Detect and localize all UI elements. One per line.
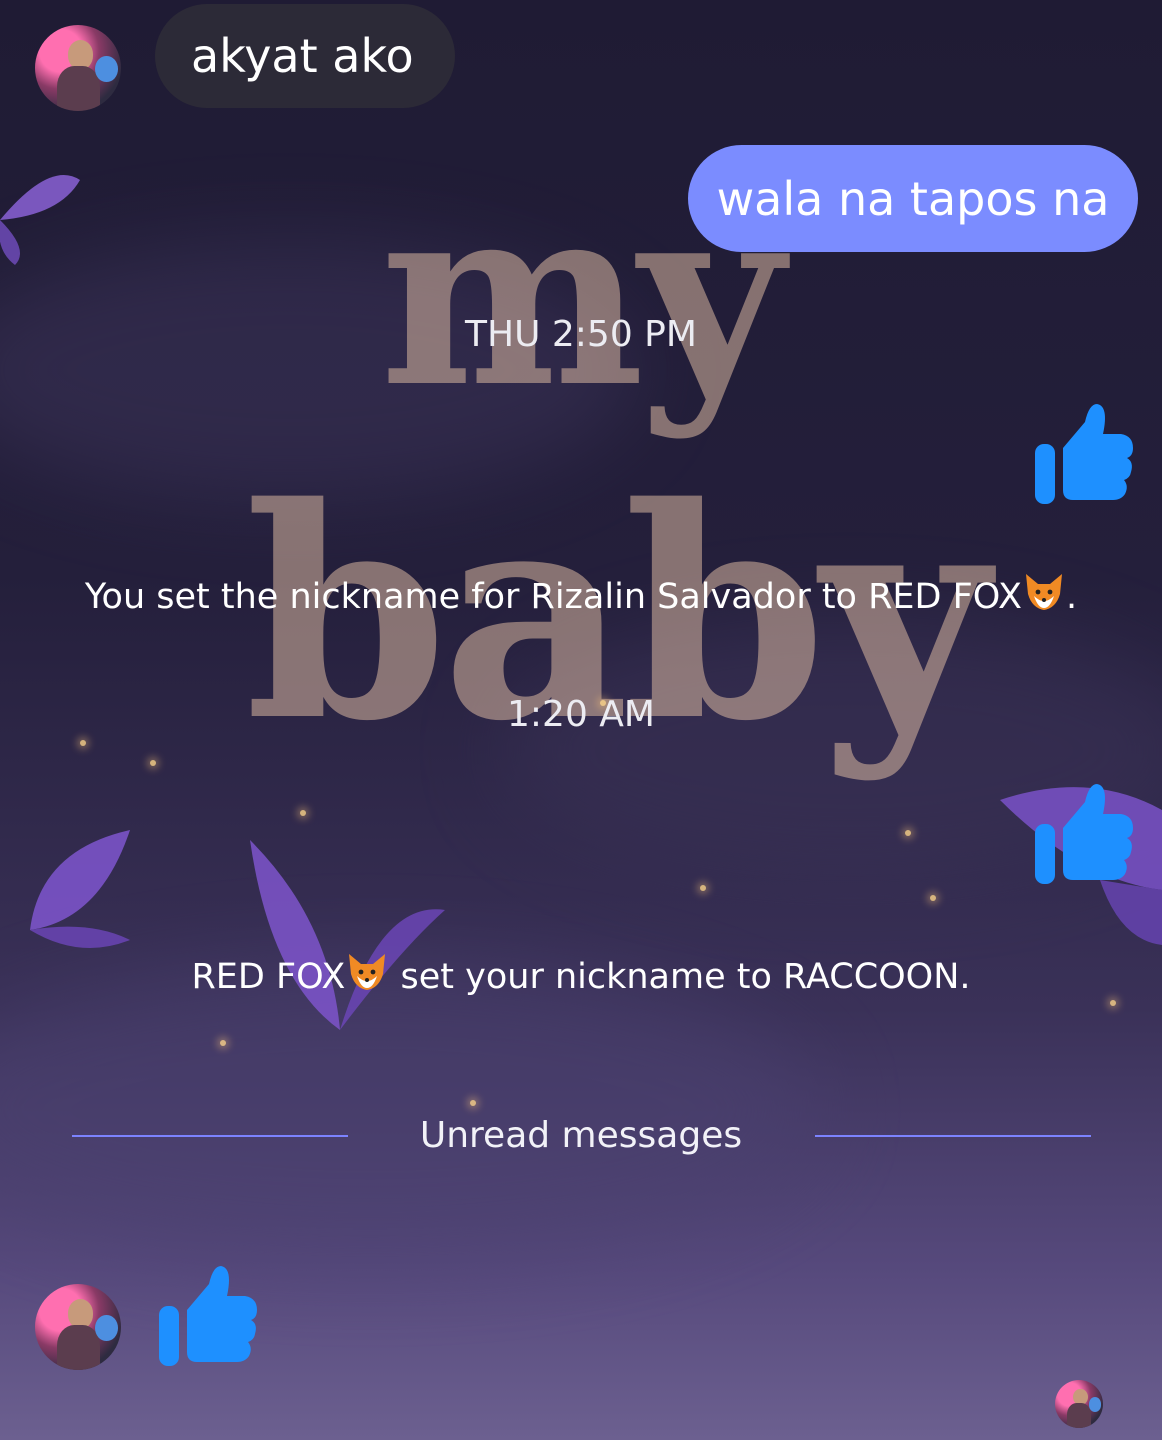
timestamp: 1:20 AM [507,694,655,735]
system-message-nickname: RED FOX set your nickname to RACCOON. [0,950,1162,997]
contact-avatar[interactable] [35,25,121,111]
butterfly-decoration [30,830,130,948]
contact-avatar[interactable] [35,1284,121,1370]
butterfly-decoration [0,175,80,265]
incoming-message-bubble[interactable]: akyat ako [155,4,455,108]
fox-face-icon [1026,574,1063,610]
timestamp: THU 2:50 PM [465,314,697,355]
fox-face-icon [349,954,386,990]
message-text: wala na tapos na [716,171,1110,226]
message-text: akyat ako [191,29,414,83]
system-message-text: You set the nickname for Rizalin Salvado… [84,577,1023,617]
system-message-text-end: set your nickname to RACCOON. [389,957,971,997]
system-message-text: RED FOX [191,957,346,997]
system-message-nickname: You set the nickname for Rizalin Salvado… [0,570,1162,617]
thumbs-up-icon[interactable] [157,1262,259,1370]
outgoing-message-bubble[interactable]: wala na tapos na [688,145,1138,252]
read-receipt-avatar [1055,1380,1103,1428]
butterfly-decoration [250,840,445,1030]
thumbs-up-icon[interactable] [1033,400,1135,508]
system-message-text-end: . [1066,577,1078,617]
thumbs-up-icon[interactable] [1033,780,1135,888]
unread-divider-right [815,1135,1091,1137]
